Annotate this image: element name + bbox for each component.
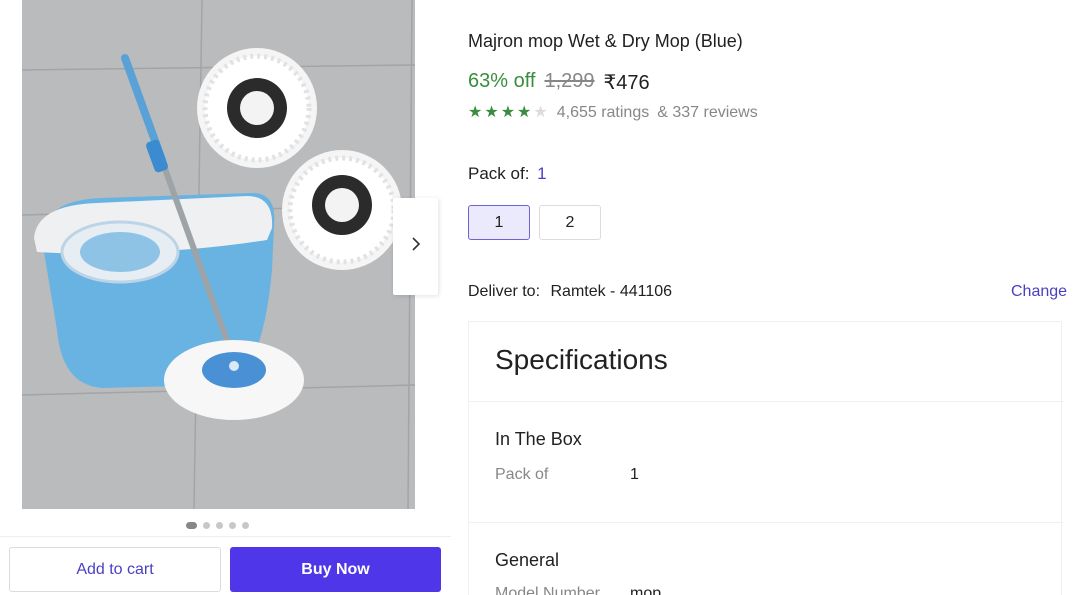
product-title: Majron mop Wet & Dry Mop (Blue) <box>468 31 743 51</box>
spec-key: Pack of <box>495 466 549 483</box>
pack-option-2[interactable]: 2 <box>539 205 601 240</box>
carousel-indicator <box>186 522 249 529</box>
product-page: Add to cart Buy Now Majron mop Wet & Dry… <box>0 0 1080 595</box>
carousel-dot[interactable] <box>216 522 223 529</box>
add-to-cart-button[interactable]: Add to cart <box>9 547 221 592</box>
chevron-right-icon <box>411 237 421 256</box>
reviews-count: & 337 reviews <box>657 104 758 121</box>
star-icon: ★ <box>533 104 548 121</box>
buy-now-button[interactable]: Buy Now <box>230 547 441 592</box>
pack-of-label-text: Pack of: <box>468 164 530 183</box>
rating-summary[interactable]: ★ ★ ★ ★ ★ 4,655 ratings & 337 reviews <box>468 104 758 122</box>
star-rating: ★ ★ ★ ★ ★ <box>468 104 548 122</box>
price-row: 63% off 1,299 ₹476 <box>468 70 650 95</box>
product-image <box>22 0 415 509</box>
specifications-heading: Specifications <box>495 344 668 375</box>
spec-value: mop <box>630 585 662 595</box>
change-location-link[interactable]: Change <box>1011 283 1067 301</box>
selling-price: ₹476 <box>603 72 650 94</box>
delivery-address: Ramtek - 441106 <box>550 283 673 300</box>
carousel-dot[interactable] <box>229 522 236 529</box>
ratings-count: 4,655 ratings <box>556 104 650 121</box>
pack-options: 1 2 <box>468 205 601 240</box>
pack-of-selected-value: 1 <box>537 164 547 183</box>
star-icon: ★ <box>500 104 516 121</box>
action-bar: Add to cart Buy Now <box>0 536 451 595</box>
discount-percent: 63% off <box>468 70 536 92</box>
pack-of-label: Pack of: 1 <box>468 164 547 184</box>
carousel-dot[interactable] <box>186 522 197 529</box>
product-image-gallery[interactable] <box>22 0 415 509</box>
pack-option-1[interactable]: 1 <box>468 205 530 240</box>
delivery-location: Deliver to: Ramtek - 441106 <box>468 283 672 301</box>
star-icon: ★ <box>484 104 499 121</box>
divider <box>469 401 1063 402</box>
star-icon: ★ <box>517 104 532 121</box>
divider <box>469 522 1063 523</box>
carousel-next-button[interactable] <box>393 198 438 295</box>
original-price: 1,299 <box>544 70 595 92</box>
star-icon: ★ <box>468 104 483 121</box>
spec-group-title: In The Box <box>495 429 582 449</box>
spec-value: 1 <box>630 466 639 483</box>
spec-group-title: General <box>495 550 560 570</box>
deliver-to-label: Deliver to: <box>468 283 541 300</box>
carousel-dot[interactable] <box>242 522 249 529</box>
specifications-card: Specifications In The Box Pack of 1 Gene… <box>468 321 1063 595</box>
spec-key: Model Number <box>495 585 600 595</box>
carousel-dot[interactable] <box>203 522 210 529</box>
